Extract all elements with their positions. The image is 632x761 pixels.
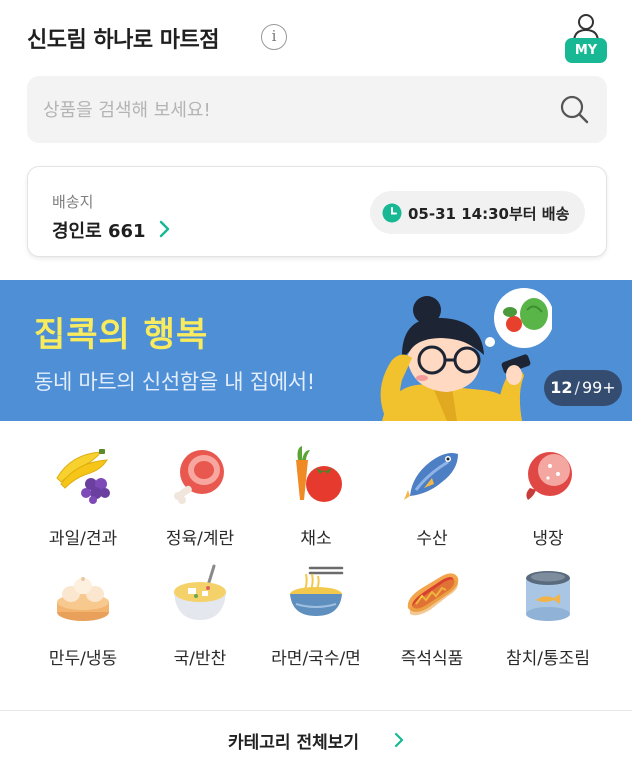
can-icon <box>526 571 570 621</box>
search-icon[interactable] <box>559 94 589 124</box>
category-label: 정육/계란 <box>165 529 235 549</box>
category-label: 만두/냉동 <box>48 649 118 669</box>
my-page-button[interactable]: MY <box>564 12 608 66</box>
banner-counter[interactable]: 12/99+ <box>544 370 622 406</box>
banner-illustration <box>380 288 552 421</box>
store-name[interactable]: 신도림 하나로 마트점 <box>27 22 219 54</box>
promo-banner[interactable]: 집콕의 행복 동네 마트의 신선함을 내 집에서! 12/99+ <box>0 280 632 421</box>
category-dumpling[interactable]: 만두/냉동 <box>25 560 141 670</box>
meat-icon <box>174 450 224 504</box>
category-grid: 과일/견과 정육/계란 채소 수산 냉장 만두/냉동 국/반찬 라면/국수/면 … <box>0 440 632 680</box>
chevron-right-icon <box>394 732 404 748</box>
delivery-time-pill[interactable]: 05-31 14:30부터 배송 <box>370 191 585 234</box>
chevron-right-icon[interactable] <box>158 219 170 239</box>
category-label: 즉석식품 <box>400 649 464 669</box>
ham-icon <box>526 452 572 500</box>
category-label: 라면/국수/면 <box>271 649 361 669</box>
search-bar[interactable] <box>27 76 607 143</box>
banner-counter-separator: / <box>574 378 580 397</box>
dumpling-icon <box>57 577 109 621</box>
delivery-address[interactable]: 경인로 661 <box>52 217 146 243</box>
category-vegetable[interactable]: 채소 <box>258 440 374 550</box>
header: 신도림 하나로 마트점 i MY <box>0 0 632 76</box>
search-input[interactable] <box>43 90 543 130</box>
delivery-time: 05-31 14:30부터 배송 <box>408 205 570 223</box>
category-label: 과일/견과 <box>48 529 118 549</box>
category-instant[interactable]: 즉석식품 <box>374 560 490 670</box>
category-soup[interactable]: 국/반찬 <box>142 560 258 670</box>
view-all-label: 카테고리 전체보기 <box>228 733 360 753</box>
banner-total: 99+ <box>581 378 616 397</box>
category-canned[interactable]: 참치/통조림 <box>490 560 606 670</box>
banner-title: 집콕의 행복 <box>34 315 209 355</box>
category-label: 냉장 <box>532 529 564 549</box>
banner-subtitle: 동네 마트의 신선함을 내 집에서! <box>34 370 315 394</box>
my-badge: MY <box>565 38 607 63</box>
category-label: 채소 <box>300 529 332 549</box>
hotdog-icon <box>407 573 459 616</box>
category-refrigerated[interactable]: 냉장 <box>490 440 606 550</box>
category-label: 수산 <box>416 529 448 549</box>
banner-current-index: 12 <box>550 378 573 397</box>
vegetable-icon <box>296 446 342 502</box>
category-label: 국/반찬 <box>173 649 227 669</box>
category-meat[interactable]: 정육/계란 <box>142 440 258 550</box>
fish-icon <box>404 453 458 500</box>
category-label: 참치/통조림 <box>506 649 590 669</box>
info-icon[interactable]: i <box>261 24 287 50</box>
soup-icon <box>174 564 226 620</box>
fruit-icon <box>56 449 110 504</box>
noodle-icon <box>290 566 344 616</box>
view-all-categories-button[interactable]: 카테고리 전체보기 <box>0 711 632 761</box>
category-noodle[interactable]: 라면/국수/면 <box>258 560 374 670</box>
delivery-card: 배송지 경인로 661 05-31 14:30부터 배송 <box>27 166 607 257</box>
category-fish[interactable]: 수산 <box>374 440 490 550</box>
clock-icon <box>382 203 402 223</box>
category-fruit[interactable]: 과일/견과 <box>25 440 141 550</box>
delivery-label: 배송지 <box>52 193 94 211</box>
